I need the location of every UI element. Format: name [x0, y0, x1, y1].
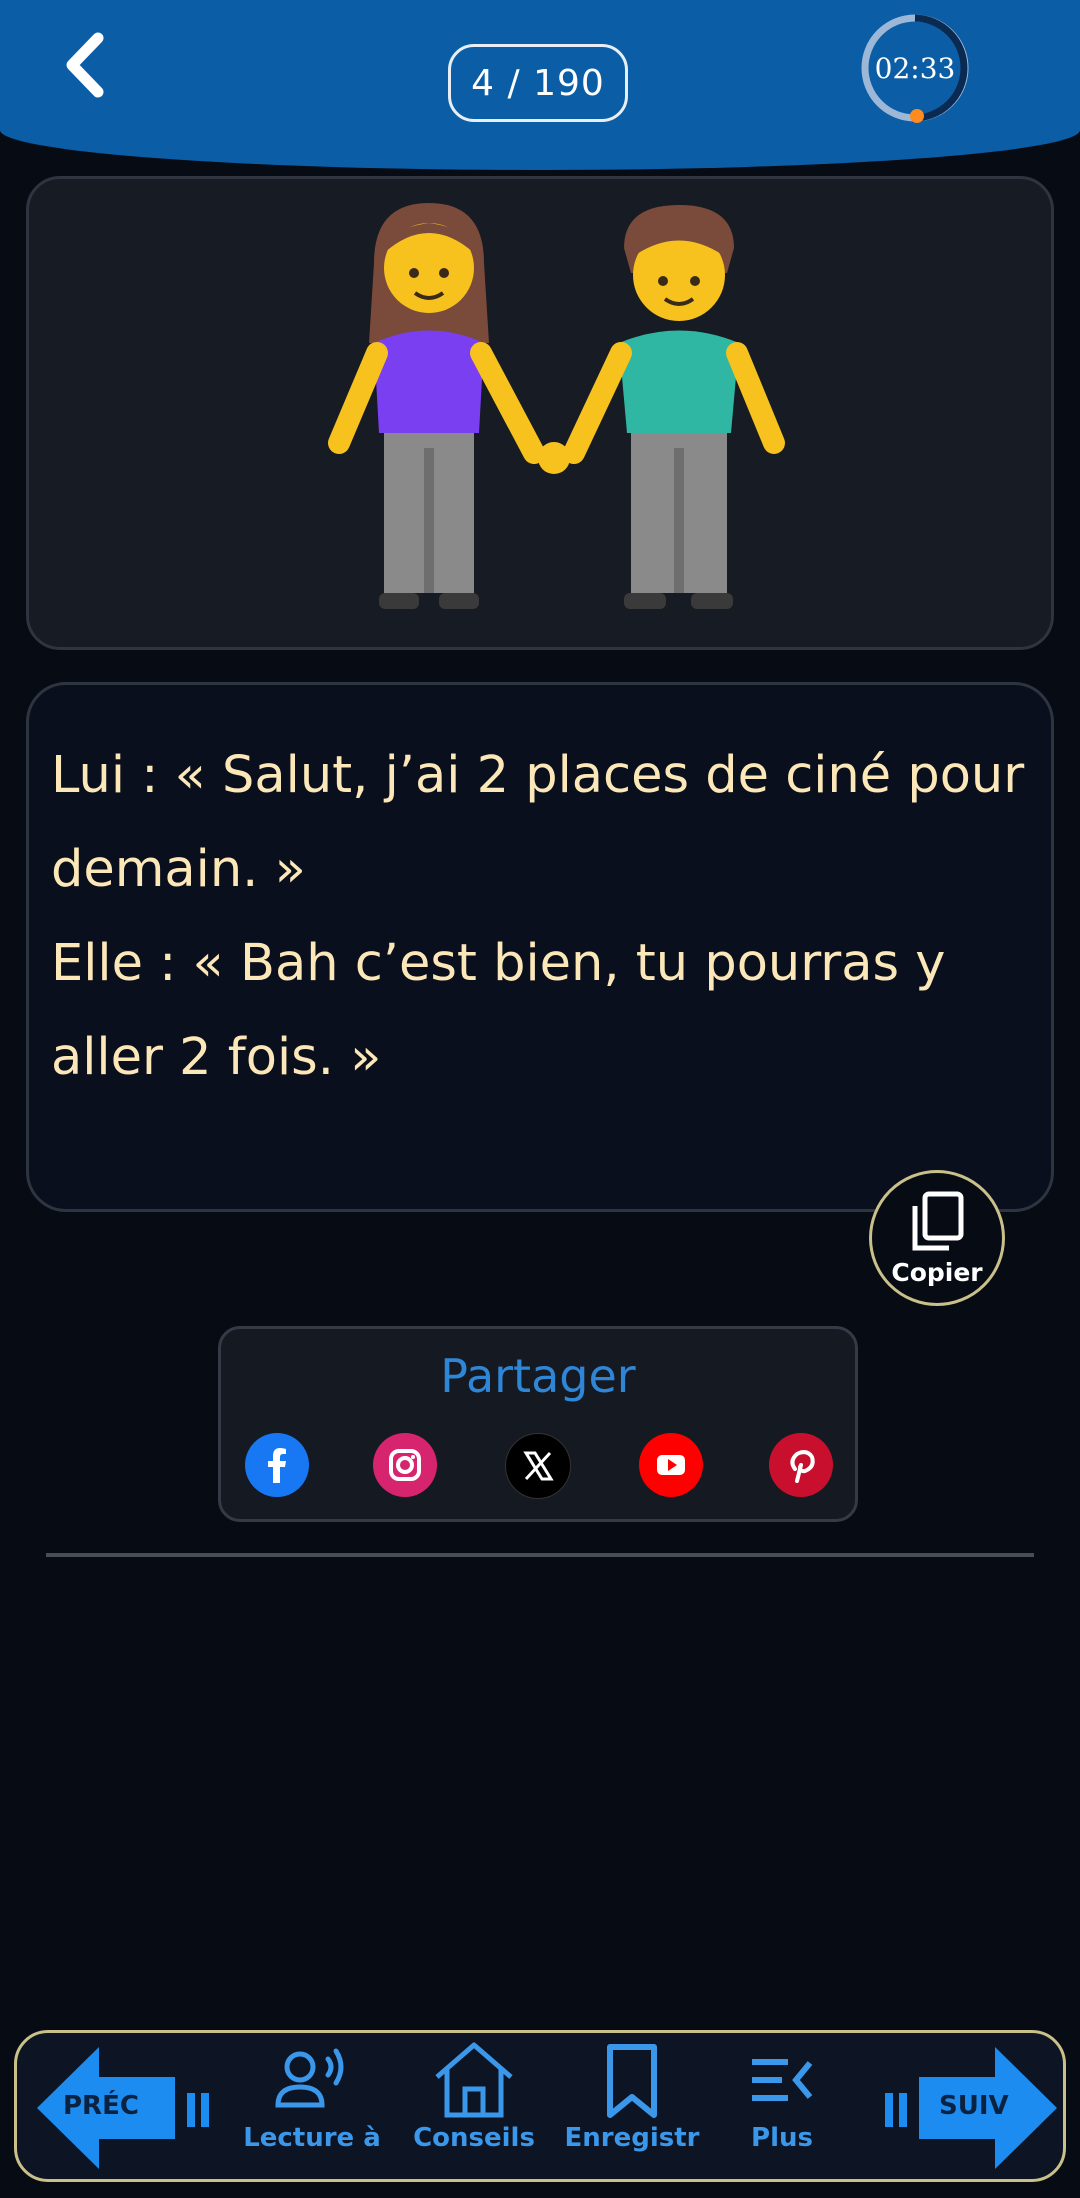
divider — [46, 1553, 1034, 1557]
next-label: SUIV — [939, 2091, 1009, 2121]
nav-label-lecture: Lecture à — [243, 2123, 381, 2153]
prev-button[interactable]: PRÉC — [29, 2033, 229, 2185]
woman-and-man-holding-hands-emoji — [328, 203, 785, 609]
x-icon[interactable] — [505, 1433, 571, 1499]
voice-reading-icon — [275, 2048, 344, 2108]
bookmark-icon — [607, 2044, 657, 2118]
share-panel: Partager — [218, 1326, 858, 1522]
top-header: 4 / 190 02:33 — [0, 0, 1080, 170]
joke-text-card: Lui : « Salut, j’ai 2 places de ciné pou… — [26, 682, 1054, 1212]
copy-icon — [912, 1191, 964, 1250]
joke-text: Lui : « Salut, j’ai 2 places de ciné pou… — [51, 746, 1025, 1087]
chevron-left-icon — [66, 32, 104, 98]
nav-item-plus[interactable]: Plus — [707, 2033, 857, 2185]
facebook-icon[interactable] — [245, 1433, 309, 1497]
copy-button[interactable]: Copier — [869, 1170, 1005, 1306]
timer-text: 02:33 — [874, 51, 956, 85]
nav-label-plus: Plus — [751, 2123, 813, 2153]
joke-image-card — [26, 176, 1054, 650]
youtube-icon[interactable] — [639, 1433, 703, 1497]
next-button[interactable]: SUIV — [865, 2033, 1065, 2185]
back-button[interactable] — [50, 20, 120, 110]
copy-label: Copier — [891, 1257, 983, 1287]
bottom-navigation: PRÉC Lecture à Conseils Enregistr Plus S… — [14, 2030, 1066, 2182]
nav-label-conseils: Conseils — [413, 2123, 535, 2153]
instagram-icon[interactable] — [373, 1433, 437, 1497]
share-title: Partager — [440, 1349, 636, 1403]
countdown-timer: 02:33 — [855, 8, 975, 128]
pinterest-icon[interactable] — [769, 1433, 833, 1497]
nav-label-enregistrer: Enregistr — [564, 2123, 700, 2153]
nav-item-conseils[interactable]: Conseils — [399, 2033, 549, 2185]
home-icon — [435, 2042, 513, 2118]
joke-counter: 4 / 190 — [448, 44, 628, 122]
prev-label: PRÉC — [63, 2091, 139, 2121]
more-list-icon — [752, 2059, 813, 2101]
nav-item-enregistrer[interactable]: Enregistr — [557, 2033, 707, 2185]
nav-item-lecture[interactable]: Lecture à — [237, 2033, 387, 2185]
